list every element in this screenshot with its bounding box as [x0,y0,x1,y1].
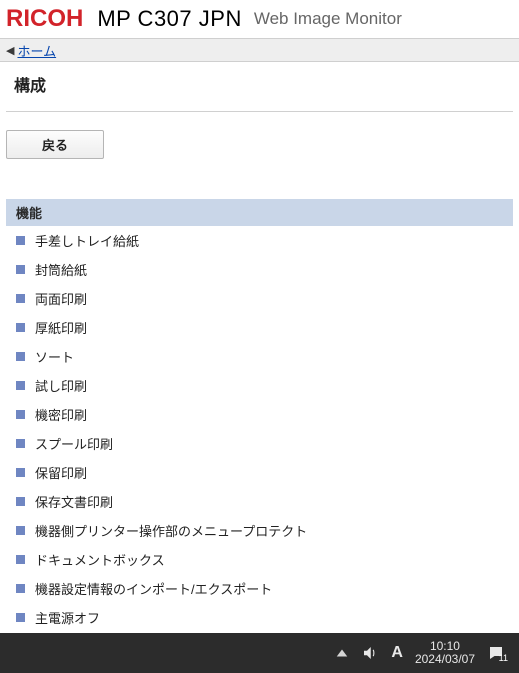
bullet-icon [16,236,25,245]
bullet-icon [16,526,25,535]
feature-label: 機器側プリンター操作部のメニュープロテクト [35,521,307,540]
list-item: 機密印刷 [6,400,513,429]
breadcrumb: ◀ ホーム [0,39,519,62]
bullet-icon [16,265,25,274]
bullet-icon [16,497,25,506]
bullet-icon [16,323,25,332]
ime-indicator[interactable]: A [391,644,403,662]
bullet-icon [16,439,25,448]
tray-overflow-icon[interactable] [335,646,349,660]
breadcrumb-caret-icon: ◀ [6,44,14,57]
notification-count-badge: 11 [499,653,508,663]
feature-label: 保留印刷 [35,463,87,482]
page-title-bar: 構成 [0,62,519,111]
list-item: 機器側プリンター操作部のメニュープロテクト [6,516,513,545]
feature-label: 試し印刷 [35,376,87,395]
back-button[interactable]: 戻る [6,130,104,159]
feature-label: 封筒給紙 [35,260,87,279]
app-name: Web Image Monitor [254,9,402,29]
list-item: 手差しトレイ給紙 [6,226,513,255]
list-item: スプール印刷 [6,429,513,458]
bullet-icon [16,410,25,419]
feature-label: 厚紙印刷 [35,318,87,337]
windows-taskbar: A 10:10 2024/03/07 11 [0,633,519,673]
app-header: RICOH MP C307 JPN Web Image Monitor [0,0,519,39]
list-item: 厚紙印刷 [6,313,513,342]
volume-icon[interactable] [361,644,379,662]
feature-label: 主電源オフ [35,608,100,627]
features-list: 手差しトレイ給紙 封筒給紙 両面印刷 厚紙印刷 ソート 試し印刷 機密印刷 スプ… [6,226,513,632]
feature-label: ドキュメントボックス [35,550,165,569]
feature-label: 手差しトレイ給紙 [35,231,139,250]
list-item: 両面印刷 [6,284,513,313]
list-item: 保留印刷 [6,458,513,487]
bullet-icon [16,381,25,390]
feature-label: 機器設定情報のインポート/エクスポート [35,579,272,598]
bullet-icon [16,468,25,477]
page-title: 構成 [14,72,509,96]
list-item: ドキュメントボックス [6,545,513,574]
feature-label: 保存文書印刷 [35,492,113,511]
button-row: 戻る [0,112,519,187]
features-section: 機能 手差しトレイ給紙 封筒給紙 両面印刷 厚紙印刷 ソート 試し印刷 機密印刷… [6,199,513,632]
bullet-icon [16,613,25,622]
feature-label: 両面印刷 [35,289,87,308]
list-item: 封筒給紙 [6,255,513,284]
feature-label: スプール印刷 [35,434,113,453]
clock[interactable]: 10:10 2024/03/07 [415,640,475,665]
list-item: 試し印刷 [6,371,513,400]
breadcrumb-home-link[interactable]: ホーム [17,41,56,60]
notifications-icon[interactable]: 11 [487,644,505,662]
feature-label: ソート [35,347,74,366]
clock-date: 2024/03/07 [415,653,475,666]
features-heading: 機能 [6,199,513,226]
list-item: 保存文書印刷 [6,487,513,516]
bullet-icon [16,584,25,593]
list-item: ソート [6,342,513,371]
bullet-icon [16,555,25,564]
device-model: MP C307 JPN [97,6,241,32]
feature-label: 機密印刷 [35,405,87,424]
brand-logo: RICOH [6,5,83,33]
bullet-icon [16,294,25,303]
bullet-icon [16,352,25,361]
list-item: 機器設定情報のインポート/エクスポート [6,574,513,603]
list-item: 主電源オフ [6,603,513,632]
